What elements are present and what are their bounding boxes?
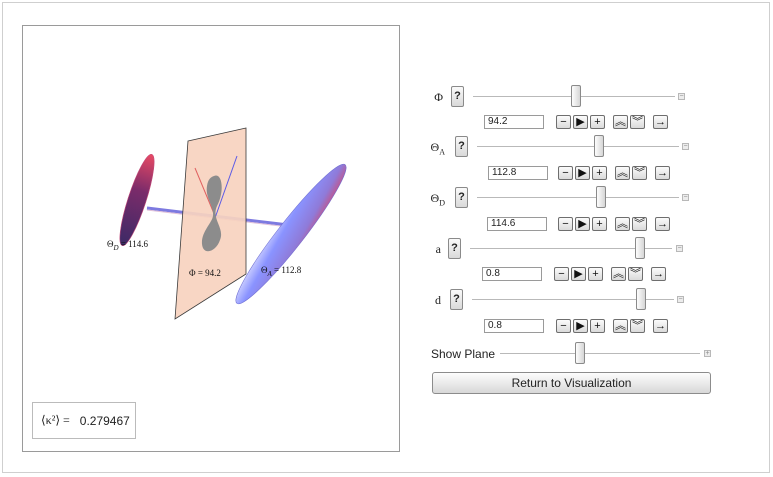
phi-help-button[interactable]: ?: [451, 86, 464, 107]
phi-direction-button[interactable]: →: [653, 115, 668, 129]
theta-d-direction-button[interactable]: →: [655, 217, 670, 231]
theta-a-play-button[interactable]: ▶: [575, 166, 590, 180]
theta-a-label: ΘA = 112.8: [261, 265, 302, 278]
phi-slower-button[interactable]: ︾: [630, 115, 645, 129]
theta-d-faster-button[interactable]: ︽: [615, 217, 630, 231]
theta-a-faster-button[interactable]: ︽: [615, 166, 630, 180]
visualization-panel[interactable]: ΘD = 114.6 Φ = 94.2 ΘA = 112.8 ⟨κ²⟩ = 0.…: [22, 25, 400, 452]
d-direction-button[interactable]: →: [653, 319, 668, 333]
theta-d-slider-track[interactable]: [477, 197, 679, 198]
d-faster-button[interactable]: ︽: [613, 319, 628, 333]
donor-ellipsoid: [119, 153, 155, 247]
show-plane-slider-end[interactable]: +: [704, 350, 711, 357]
theta-d-help-button[interactable]: ?: [455, 187, 468, 208]
theta-a-label-control: ΘA: [430, 140, 445, 157]
a-slower-button[interactable]: ︾: [628, 267, 643, 281]
a-value-field[interactable]: 0.8: [482, 267, 542, 281]
d-slider-end[interactable]: −: [677, 296, 684, 303]
a-increment-button[interactable]: +: [588, 267, 603, 281]
theta-a-slider-end[interactable]: −: [682, 143, 689, 150]
a-slider-end[interactable]: −: [676, 245, 683, 252]
phi-slider-thumb[interactable]: [571, 85, 581, 107]
d-value-field[interactable]: 0.8: [484, 319, 544, 333]
theta-d-play-button[interactable]: ▶: [575, 217, 590, 231]
show-plane-slider-track[interactable]: [500, 353, 700, 354]
d-slider-thumb[interactable]: [636, 288, 646, 310]
phi-slider-end[interactable]: −: [678, 93, 685, 100]
show-plane-slider-thumb[interactable]: [575, 342, 585, 364]
theta-a-decrement-button[interactable]: −: [558, 166, 573, 180]
theta-d-label: ΘD = 114.6: [107, 239, 149, 252]
kappa-readout: ⟨κ²⟩ = 0.279467: [32, 402, 136, 439]
show-plane-label: Show Plane: [431, 347, 496, 361]
a-help-button[interactable]: ?: [448, 238, 461, 259]
theta-d-slider-thumb[interactable]: [596, 186, 606, 208]
d-increment-button[interactable]: +: [590, 319, 605, 333]
phi-faster-button[interactable]: ︽: [613, 115, 628, 129]
d-help-button[interactable]: ?: [450, 289, 463, 310]
theta-a-slider-track[interactable]: [477, 146, 679, 147]
a-faster-button[interactable]: ︽: [611, 267, 626, 281]
a-play-button[interactable]: ▶: [571, 267, 586, 281]
a-decrement-button[interactable]: −: [554, 267, 569, 281]
theta-a-direction-button[interactable]: →: [655, 166, 670, 180]
d-decrement-button[interactable]: −: [556, 319, 571, 333]
visualization-svg[interactable]: ΘD = 114.6 Φ = 94.2 ΘA = 112.8: [23, 26, 401, 453]
theta-d-label-control: ΘD: [430, 191, 445, 208]
phi-label-control: Φ: [434, 90, 443, 104]
theta-a-help-button[interactable]: ?: [455, 136, 468, 157]
theta-a-increment-button[interactable]: +: [592, 166, 607, 180]
d-slower-button[interactable]: ︾: [630, 319, 645, 333]
d-label-control: d: [435, 293, 441, 307]
theta-a-value-field[interactable]: 112.8: [488, 166, 548, 180]
theta-a-slower-button[interactable]: ︾: [632, 166, 647, 180]
phi-label: Φ = 94.2: [189, 268, 221, 278]
kappa-symbol: ⟨κ²⟩ =: [41, 413, 70, 427]
phi-play-button[interactable]: ▶: [573, 115, 588, 129]
phi-decrement-button[interactable]: −: [556, 115, 571, 129]
theta-d-slider-end[interactable]: −: [682, 194, 689, 201]
d-play-button[interactable]: ▶: [573, 319, 588, 333]
kappa-value: 0.279467: [79, 413, 130, 428]
phi-value-field[interactable]: 94.2: [484, 115, 544, 129]
theta-d-decrement-button[interactable]: −: [558, 217, 573, 231]
phi-increment-button[interactable]: +: [590, 115, 605, 129]
return-to-visualization-button[interactable]: Return to Visualization: [432, 372, 711, 394]
a-direction-button[interactable]: →: [651, 267, 666, 281]
theta-d-value-field[interactable]: 114.6: [487, 217, 547, 231]
theta-a-slider-thumb[interactable]: [594, 135, 604, 157]
a-label-control: a: [435, 242, 441, 256]
theta-d-increment-button[interactable]: +: [592, 217, 607, 231]
a-slider-thumb[interactable]: [635, 237, 645, 259]
theta-d-slower-button[interactable]: ︾: [632, 217, 647, 231]
